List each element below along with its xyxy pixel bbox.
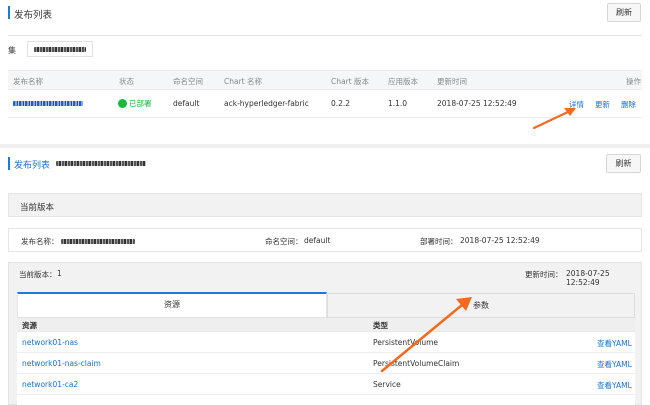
col-actions: 操作 [626, 77, 641, 86]
version-panel: 当前版本： 1 更新时间： 2018-07-25 12:52:49 资源 参数 … [8, 262, 642, 405]
current-version-header: 当前版本 [8, 193, 642, 217]
breadcrumb-release-list[interactable]: 发布列表 [14, 158, 50, 171]
col-resource: 资源 [22, 321, 37, 330]
resource-table: 资源 类型 network01-nas PersistentVolume 查看Y… [17, 318, 635, 405]
col-status: 状态 [119, 77, 134, 86]
release-name-link[interactable] [13, 101, 83, 106]
status-badge: 已部署 [118, 98, 152, 109]
resource-type: Service [373, 380, 401, 389]
app-version-cell: 1.1.0 [388, 99, 408, 108]
table-row: network01-nas PersistentVolume 查看YAML [17, 332, 635, 353]
arrow-to-params-tab-icon [380, 297, 472, 373]
detail-title-accent-bar [8, 157, 10, 170]
page-title: 发布列表 [14, 10, 53, 21]
tab-resources[interactable]: 资源 [17, 292, 327, 318]
chart-version-cell: 0.2.2 [331, 99, 351, 108]
release-name-value-redacted [61, 239, 135, 244]
version-updated-label: 更新时间： [525, 270, 563, 279]
col-app-version: 应用版本 [388, 77, 418, 86]
resource-name-link[interactable]: network01-ca2 [22, 380, 78, 389]
cluster-select[interactable] [27, 41, 93, 57]
refresh-button[interactable]: 刷新 [607, 3, 641, 22]
view-yaml-link[interactable]: 查看YAML [597, 338, 632, 349]
section-separator [0, 144, 650, 148]
deploy-time-label: 部署时间： [420, 237, 458, 246]
arrow-to-details-icon [532, 108, 576, 130]
col-namespace: 命名空间 [173, 77, 203, 86]
table-row: network01-nas-claim PersistentVolumeClai… [17, 353, 635, 374]
namespace-value: default [304, 236, 331, 245]
table-row: network01-ca2 Service 查看YAML [17, 374, 635, 395]
col-release-name: 发布名称 [13, 77, 43, 86]
update-link[interactable]: 更新 [595, 99, 610, 110]
current-version-title: 当前版本 [20, 203, 55, 213]
detail-refresh-button[interactable]: 刷新 [606, 154, 641, 173]
title-accent-bar [8, 6, 10, 19]
release-name-label: 发布名称： [21, 237, 59, 246]
updated-cell: 2018-07-25 12:52:49 [437, 99, 517, 108]
deploy-time-value: 2018-07-25 12:52:49 [460, 236, 540, 245]
resource-name-link[interactable]: network01-nas-claim [22, 359, 101, 368]
cluster-label: 集 [8, 46, 16, 55]
divider [8, 35, 642, 36]
col-updated: 更新时间 [437, 77, 467, 86]
tab-params[interactable]: 参数 [327, 293, 635, 318]
release-table-header: 发布名称 状态 命名空间 Chart 名称 Chart 版本 应用版本 更新时间… [8, 70, 642, 90]
namespace-label: 命名空间： [265, 237, 303, 246]
col-chart-version: Chart 版本 [331, 77, 369, 86]
view-yaml-link[interactable]: 查看YAML [597, 380, 632, 391]
version-updated-value: 2018-07-25 12:52:49 [566, 269, 610, 287]
current-version-label: 当前版本： [19, 270, 57, 279]
col-chart-name: Chart 名称 [224, 77, 262, 86]
resource-name-link[interactable]: network01-nas [22, 338, 78, 347]
release-info-box: 发布名称： 命名空间： default 部署时间： 2018-07-25 12:… [8, 228, 642, 252]
resource-table-header: 资源 类型 [17, 318, 635, 332]
delete-link[interactable]: 删除 [621, 99, 636, 110]
success-dot-icon [118, 99, 127, 108]
chart-name-cell: ack-hyperledger-fabric [224, 99, 309, 108]
release-name-redacted [56, 161, 146, 166]
tab-resources-label: 资源 [164, 300, 180, 309]
view-yaml-link[interactable]: 查看YAML [597, 359, 632, 370]
namespace-cell: default [173, 99, 200, 108]
current-version-value: 1 [57, 269, 62, 278]
cluster-name-redacted [34, 47, 86, 52]
